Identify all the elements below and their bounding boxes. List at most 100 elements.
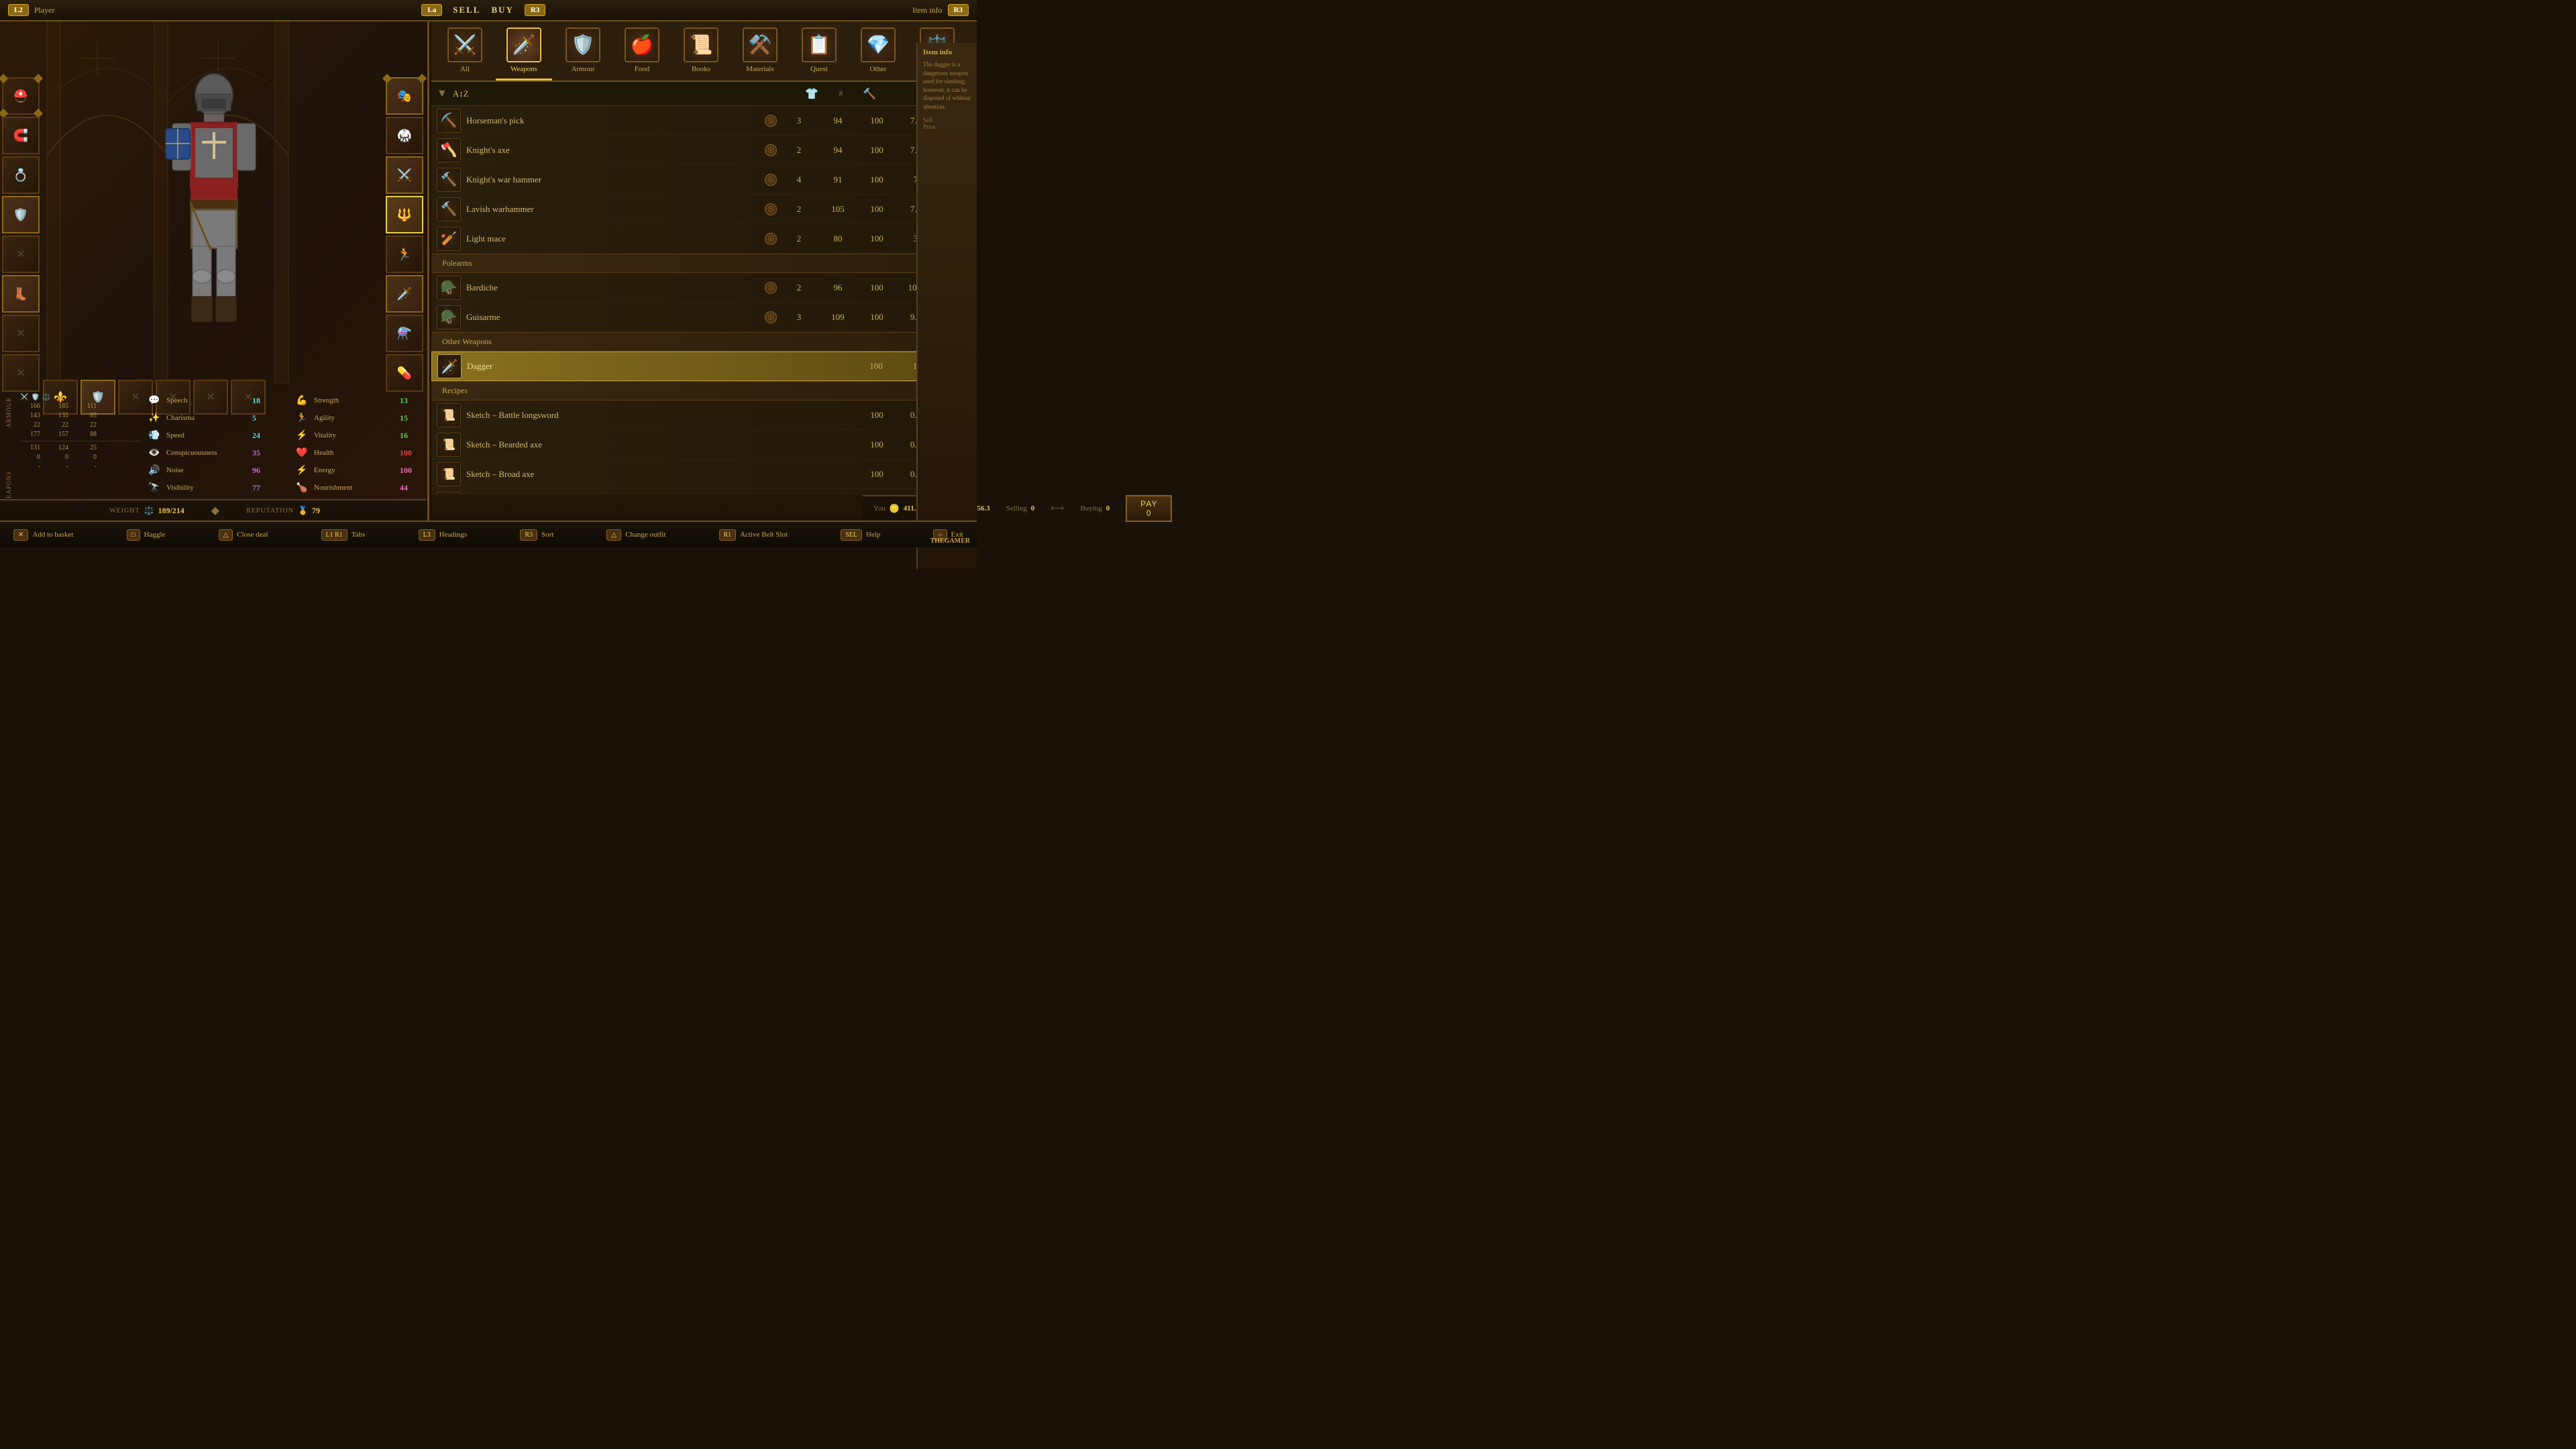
- r3-info-badge[interactable]: R3: [948, 4, 969, 16]
- player-label: Player: [34, 5, 55, 15]
- item-row[interactable]: ⛏️ Horseman's pick ⓘ 3 94 100 7.5 593.5: [431, 106, 977, 136]
- r1-btn[interactable]: R1: [719, 529, 737, 541]
- item-icon: 🔨: [437, 168, 461, 192]
- inv-slot[interactable]: 🎭: [386, 77, 423, 115]
- active-belt-action[interactable]: R1 Active Belt Slot: [719, 529, 788, 541]
- item-badge: ⓘ: [765, 282, 777, 294]
- add-basket-action[interactable]: ✕ Add to basket: [13, 529, 74, 541]
- inv-slot[interactable]: 🛡️: [2, 196, 40, 233]
- headings-action[interactable]: L3 Headings: [419, 529, 468, 541]
- agility-value: 15: [400, 413, 408, 423]
- l3-btn[interactable]: L3: [419, 529, 435, 541]
- food-tab-label: Food: [635, 65, 650, 73]
- inv-slot[interactable]: ✕: [2, 315, 40, 352]
- item-info-title: Item info: [923, 48, 971, 56]
- food-tab-icon: 🍎: [625, 28, 659, 62]
- weapons-tab-icon: 🗡️: [506, 28, 541, 62]
- inv-slot[interactable]: 💊: [386, 354, 423, 392]
- item-row[interactable]: 🪓 Knight's axe ⓘ 2 94 100 7.5 664.7: [431, 136, 977, 165]
- tab-books[interactable]: 📜 Books: [673, 22, 729, 80]
- visibility-label: Visibility: [166, 484, 247, 492]
- haggle-action[interactable]: □ Haggle: [127, 529, 166, 541]
- nourishment-label: Nourishment: [314, 484, 394, 492]
- bottom-status-bar: WEIGHT ⚖️ 189/214 ◆ REPUTATION 🏅 79: [0, 499, 429, 521]
- tab-food[interactable]: 🍎 Food: [614, 22, 670, 80]
- sort-action[interactable]: R3 Sort: [520, 529, 553, 541]
- l1-btn[interactable]: □: [127, 529, 140, 541]
- lr-btn[interactable]: L1 R1: [321, 529, 347, 541]
- inv-slot[interactable]: 🏃: [386, 235, 423, 273]
- help-action[interactable]: SEL Help: [841, 529, 880, 541]
- item-row[interactable]: 📜 Sketch – Battle longsword 100 0.1 611.…: [431, 400, 977, 430]
- speech-icon: 💬: [148, 394, 161, 407]
- inv-slot[interactable]: 🧲: [2, 117, 40, 154]
- tab-materials[interactable]: ⚒️ Materials: [732, 22, 788, 80]
- item-row[interactable]: 🔨 Lavish warhammer ⓘ 2 105 100 7.7 400.1: [431, 195, 977, 224]
- help-label: Help: [866, 531, 880, 539]
- you-balance: You 🪙 411.7: [873, 504, 920, 514]
- r3-sort-btn[interactable]: R3: [520, 529, 537, 541]
- item-row[interactable]: 📜 Sketch – Broad axe 100 0.1 311.5: [431, 460, 977, 489]
- inv-slot[interactable]: 💍: [2, 156, 40, 194]
- inv-slot[interactable]: 👢: [2, 275, 40, 313]
- nourishment-icon: 🍗: [295, 481, 309, 494]
- reputation-icon: 🏅: [298, 506, 308, 516]
- item-icon: 📜: [437, 492, 461, 496]
- item-cond: 100: [860, 145, 894, 156]
- tab-armour[interactable]: 🛡️ Armour: [555, 22, 611, 80]
- skill-speed: 💨 Speed 24: [148, 429, 282, 442]
- tab-quest[interactable]: 📋 Quest: [791, 22, 847, 80]
- inv-slot[interactable]: 🔱: [386, 196, 423, 233]
- item-icon: 📜: [437, 433, 461, 457]
- inv-slot[interactable]: ⚗️: [386, 315, 423, 352]
- r3-badge[interactable]: R3: [525, 4, 545, 16]
- item-row[interactable]: 📜 Sketch – Broad longsword 100 0.1 199: [431, 489, 977, 495]
- inv-slot[interactable]: 🗡️: [386, 275, 423, 313]
- noise-label: Noise: [166, 466, 247, 474]
- item-dur: 109: [821, 312, 855, 323]
- item-dur: 80: [821, 233, 855, 244]
- pay-button[interactable]: PAY 0: [1126, 495, 1172, 522]
- tab-other[interactable]: 💎 Other: [850, 22, 906, 80]
- inv-slot[interactable]: ⛑️: [2, 77, 40, 115]
- select-btn[interactable]: SEL: [841, 529, 862, 541]
- item-row[interactable]: 🪖 Bardiche ⓘ 2 96 100 10.2 83: [431, 273, 977, 303]
- charisma-label: Charisma: [166, 414, 247, 422]
- armour-label: ARMOUR: [5, 397, 12, 428]
- dagger-cond: 100: [859, 361, 893, 372]
- la-badge[interactable]: La: [421, 4, 442, 16]
- vitality-label: Vitality: [314, 431, 394, 439]
- inv-slot[interactable]: ⚔️: [386, 156, 423, 194]
- skills-col-right: 💪 Strength 13 🏃 Agility 15 ⚡ Vitality 16…: [295, 394, 429, 498]
- reputation-display: REPUTATION 🏅 79: [246, 506, 320, 516]
- item-row[interactable]: 📜 Sketch – Bearded axe 100 0.1 167.8: [431, 430, 977, 460]
- right-inventory-slots: 🎭 🥋 ⚔️ 🔱 🏃 🗡️ ⚗️ 💊: [384, 75, 427, 394]
- tab-all[interactable]: ⚔️ All: [437, 22, 493, 80]
- triangle-outfit-btn[interactable]: △: [606, 529, 621, 541]
- item-row[interactable]: 🔨 Knight's war hammer ⓘ 4 91 100 7 226.7: [431, 165, 977, 195]
- top-bar: L2 Player La SELL BUY R3 Item info R3: [0, 0, 977, 21]
- inv-slot[interactable]: ✕: [2, 235, 40, 273]
- tab-weapons[interactable]: 🗡️ Weapons: [496, 22, 552, 80]
- item-qty: 3: [782, 312, 816, 323]
- item-row[interactable]: 🪖 Guisarme ⓘ 3 109 100 9.6 271.2: [431, 303, 977, 332]
- sort-az-icon[interactable]: A↕Z: [453, 89, 469, 99]
- speed-icon: 💨: [148, 429, 161, 442]
- close-deal-action[interactable]: △ Close deal: [219, 529, 268, 541]
- item-name: Knight's war hammer: [466, 174, 759, 185]
- sell-label: SELL: [453, 5, 480, 15]
- inv-slot[interactable]: 🥋: [386, 117, 423, 154]
- tabs-action[interactable]: L1 R1 Tabs: [321, 529, 366, 541]
- triangle-btn[interactable]: △: [219, 529, 233, 541]
- x-btn[interactable]: ✕: [13, 529, 28, 541]
- item-row[interactable]: 🏏 Light mace ⓘ 2 80 100 3 297.1: [431, 224, 977, 254]
- item-row-dagger[interactable]: 🗡️ Dagger 100 1 19.8: [431, 352, 977, 381]
- filter-icon[interactable]: ▼: [437, 88, 447, 100]
- item-icon: 🪖: [437, 305, 461, 329]
- buying-value: 0: [1106, 504, 1110, 513]
- inv-slot[interactable]: ✕: [2, 354, 40, 392]
- l2-badge[interactable]: L2: [8, 4, 29, 16]
- change-outfit-action[interactable]: △ Change outfit: [606, 529, 665, 541]
- dagger-name: Dagger: [467, 361, 776, 372]
- noise-icon: 🔊: [148, 464, 161, 477]
